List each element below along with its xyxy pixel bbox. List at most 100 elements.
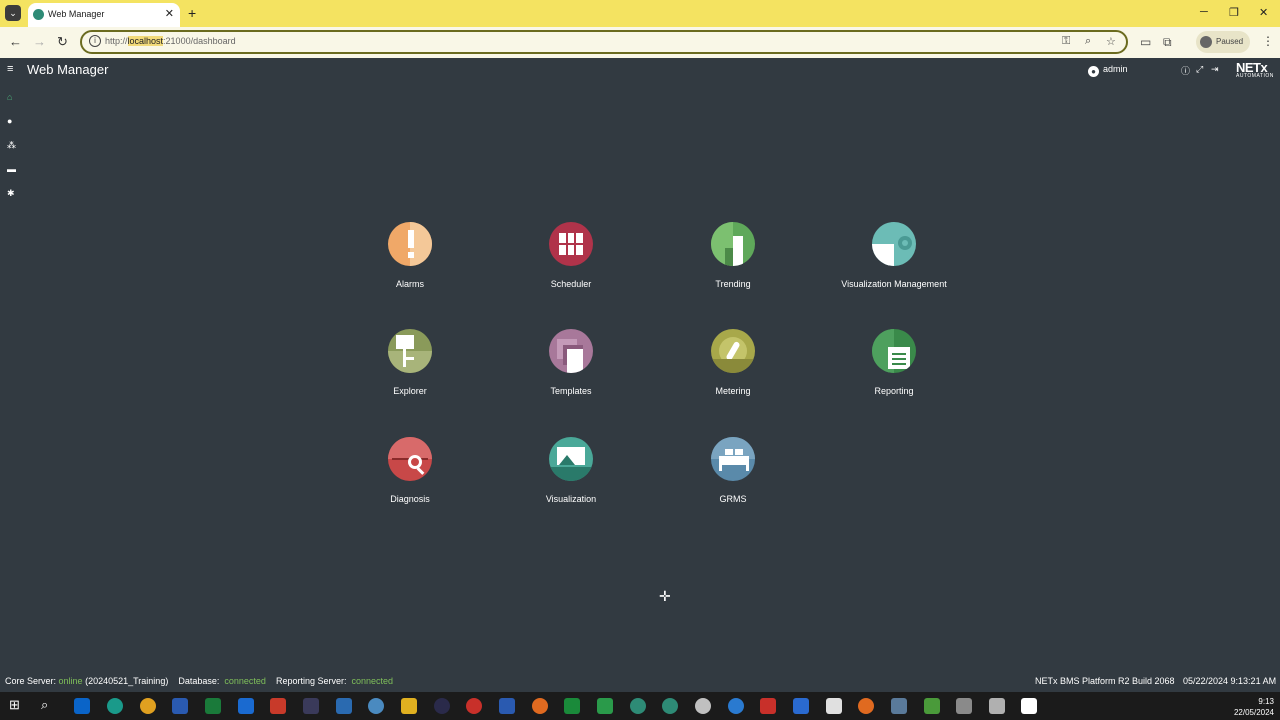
diagnosis-icon — [388, 437, 432, 481]
hamburger-menu-icon[interactable]: ≡ — [7, 63, 13, 75]
app-icon[interactable] — [760, 698, 776, 714]
app-icon[interactable] — [499, 698, 515, 714]
tile-diagnosis[interactable]: Diagnosis — [350, 437, 470, 517]
tile-reporting[interactable]: Reporting — [834, 329, 954, 409]
close-tab-icon[interactable]: ✕ — [165, 7, 174, 20]
clock-time: 9:13 — [1258, 697, 1274, 706]
database-label: Database: — [178, 676, 220, 686]
fullscreen-icon[interactable]: ⤢ — [1196, 64, 1203, 75]
dsm-icon[interactable] — [336, 698, 352, 714]
word-icon[interactable] — [172, 698, 188, 714]
netx-logo: NETx AUTOMATION — [1236, 60, 1274, 80]
tab-title: Web Manager — [48, 9, 105, 19]
chrome-icon[interactable] — [140, 698, 156, 714]
excel-icon[interactable] — [205, 698, 221, 714]
app-icon[interactable] — [564, 698, 580, 714]
user-name: admin — [1103, 64, 1128, 74]
forward-icon[interactable]: → — [33, 34, 46, 49]
firefox-icon[interactable] — [532, 698, 548, 714]
tile-label: Trending — [715, 279, 751, 289]
build-info: NETx BMS Platform R2 Build 2068 — [1035, 676, 1175, 686]
tile-visualization[interactable]: Visualization — [511, 437, 631, 517]
tile-trending[interactable]: Trending — [673, 222, 793, 302]
app-icon[interactable] — [793, 698, 809, 714]
app-icon[interactable] — [956, 698, 972, 714]
home-icon[interactable]: ⌂ — [7, 92, 12, 102]
app-icon[interactable] — [597, 698, 613, 714]
app-icon[interactable] — [662, 698, 678, 714]
database-status: connected — [224, 676, 266, 686]
user-circle-icon: ● — [1088, 66, 1099, 77]
app-icon[interactable] — [989, 698, 1005, 714]
settings-gears-icon[interactable]: ✱ — [7, 188, 15, 199]
close-window-icon[interactable]: ✕ — [1259, 6, 1268, 19]
tile-grms[interactable]: GRMS — [673, 437, 793, 517]
dali-icon[interactable] — [303, 698, 319, 714]
tile-label: Diagnosis — [390, 494, 430, 504]
logo-subtext: AUTOMATION — [1236, 73, 1274, 79]
tab-search-button[interactable]: ⌄ — [5, 5, 21, 21]
avatar — [1200, 36, 1212, 48]
explorer-icon — [388, 329, 432, 373]
app-icon[interactable] — [858, 698, 874, 714]
app-icon[interactable] — [368, 698, 384, 714]
app-icon[interactable] — [891, 698, 907, 714]
app-icon[interactable] — [924, 698, 940, 714]
address-bar[interactable]: i http://localhost:21000/dashboard ⚿ ⌕ ☆ — [80, 30, 1128, 54]
outlook-icon[interactable] — [74, 698, 90, 714]
minimize-icon[interactable]: ─ — [1200, 6, 1208, 18]
tile-explorer[interactable]: Explorer — [350, 329, 470, 409]
app-icon[interactable] — [630, 698, 646, 714]
bookmark-star-icon[interactable]: ☆ — [1106, 35, 1116, 48]
user-menu[interactable]: ● admin — [1088, 64, 1128, 77]
site-info-icon[interactable]: i — [89, 35, 101, 47]
tile-metering[interactable]: Metering — [673, 329, 793, 409]
zoom-icon[interactable]: ⌕ — [1085, 35, 1091, 48]
report-icon — [872, 329, 916, 373]
extensions-icon[interactable]: ⧉ — [1163, 35, 1172, 50]
visualization-icon — [549, 437, 593, 481]
page-title: Web Manager — [27, 62, 109, 77]
inbox-icon[interactable]: ▬ — [7, 164, 16, 174]
browser-tab[interactable]: Web Manager ✕ — [28, 3, 180, 27]
tile-visualization-management[interactable]: Visualization Management — [834, 222, 954, 302]
crosshair-cursor-icon: ✛ — [659, 588, 671, 604]
app-icon[interactable] — [270, 698, 286, 714]
core-server-detail: (20240521_Training) — [85, 676, 169, 686]
app-header: ≡ Web Manager ● admin ⓘ ⤢ ⇥ NETx AUTOMATI… — [0, 58, 1280, 82]
menu-kebab-icon[interactable]: ⋮ — [1262, 34, 1274, 48]
edge-icon[interactable] — [107, 698, 123, 714]
users-group-icon[interactable]: ⁂ — [7, 140, 16, 151]
core-server-label: Core Server: — [5, 676, 57, 686]
app-icon[interactable] — [466, 698, 482, 714]
restore-icon[interactable]: ❐ — [1229, 6, 1239, 19]
tile-templates[interactable]: Templates — [511, 329, 631, 409]
back-icon[interactable]: ← — [9, 34, 22, 49]
password-key-icon[interactable]: ⚿ — [1062, 35, 1070, 48]
app-icon[interactable] — [826, 698, 842, 714]
system-clock[interactable]: 9:13 22/05/2024 — [1234, 696, 1274, 718]
tile-label: Scheduler — [550, 279, 592, 289]
reload-icon[interactable]: ↻ — [57, 34, 68, 50]
core-server-status: online — [58, 676, 83, 686]
file-explorer-icon[interactable] — [401, 698, 417, 714]
new-tab-icon[interactable]: + — [188, 5, 196, 21]
bed-icon — [711, 437, 755, 481]
windows-start-icon[interactable]: ⊞ — [9, 697, 25, 713]
tile-alarms[interactable]: Alarms — [350, 222, 470, 302]
search-icon[interactable]: ⌕ — [41, 697, 57, 713]
tile-label: Metering — [715, 386, 751, 396]
logout-icon[interactable]: ⇥ — [1211, 64, 1219, 75]
cast-icon[interactable]: ▭ — [1140, 35, 1151, 49]
info-icon[interactable]: ⓘ — [1181, 64, 1190, 77]
app-icon[interactable] — [1021, 698, 1037, 714]
app-icon[interactable] — [695, 698, 711, 714]
tile-scheduler[interactable]: Scheduler — [511, 222, 631, 302]
app-icon[interactable] — [434, 698, 450, 714]
dropbox-icon[interactable] — [238, 698, 254, 714]
tile-label: Reporting — [874, 386, 914, 396]
user-icon[interactable]: ● — [7, 116, 12, 126]
profile-button[interactable]: Paused — [1196, 31, 1250, 53]
ie-icon[interactable] — [728, 698, 744, 714]
server-datetime: 05/22/2024 9:13:21 AM — [1183, 676, 1277, 686]
